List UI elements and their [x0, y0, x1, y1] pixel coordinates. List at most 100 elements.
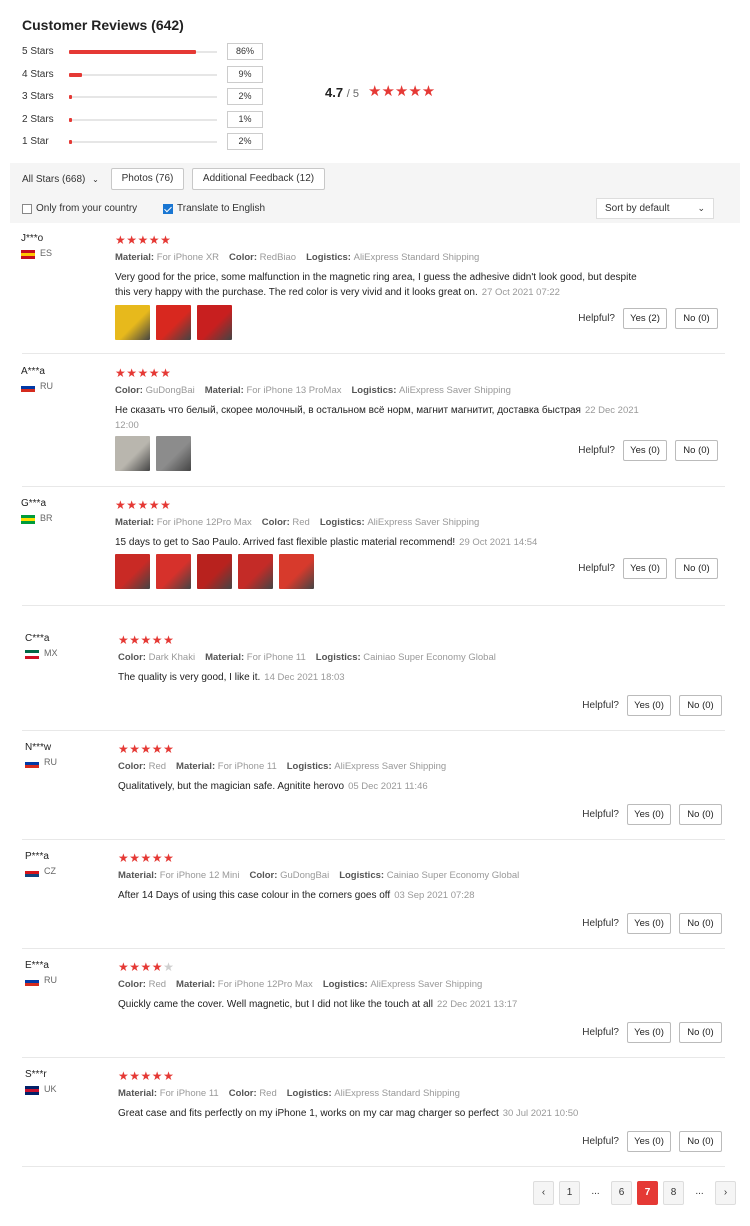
review-photo-thumbnail[interactable]: [197, 305, 232, 340]
sort-dropdown[interactable]: Sort by default ⌄: [596, 198, 714, 219]
review-photo-thumbnail[interactable]: [197, 554, 232, 589]
helpful-no-button[interactable]: No (0): [679, 1131, 722, 1152]
reviewer-name: P***a: [25, 851, 49, 862]
rating-row-percent: 86%: [227, 43, 263, 60]
attribute-key: Material:: [118, 1088, 160, 1099]
page-button[interactable]: 8: [663, 1181, 684, 1205]
rating-row-1-stars[interactable]: 1 Star 2%: [22, 133, 272, 151]
helpful-no-button[interactable]: No (0): [679, 913, 722, 934]
attribute-key: Logistics:: [322, 979, 371, 990]
helpful-no-button[interactable]: No (0): [679, 1022, 722, 1043]
helpful-no-button[interactable]: No (0): [675, 440, 718, 461]
attribute-value: AliExpress Standard Shipping: [353, 252, 480, 263]
sort-label: Sort by default: [605, 203, 670, 214]
attribute-value: AliExpress Saver Shipping: [334, 761, 447, 772]
reviewer-name: E***a: [25, 960, 49, 971]
translate-checkbox[interactable]: Translate to English: [163, 203, 265, 214]
attribute-key: Logistics:: [286, 1088, 335, 1099]
helpful-label: Helpful?: [582, 1027, 619, 1038]
attribute-key: Material:: [118, 870, 160, 881]
attribute-value: For iPhone XR: [156, 252, 220, 263]
helpful-votes: Helpful? Yes (0) No (0): [582, 1131, 722, 1152]
review-photo-thumbnail[interactable]: [115, 436, 150, 471]
page-button[interactable]: 6: [611, 1181, 632, 1205]
chevron-down-icon: ⌄: [92, 175, 99, 184]
attribute-value: Red: [148, 979, 167, 990]
helpful-yes-button[interactable]: Yes (0): [623, 558, 667, 579]
prev-page-button[interactable]: ‹: [533, 1181, 554, 1205]
only-country-checkbox[interactable]: Only from your country: [22, 203, 137, 214]
average-stars-icon: ★★★★★: [368, 83, 436, 100]
attribute-key: Material:: [115, 252, 157, 263]
rating-row-4-stars[interactable]: 4 Stars 9%: [22, 66, 272, 84]
review-stars-icon: ★★★★★: [118, 633, 175, 647]
rating-bar-fill: [69, 118, 72, 122]
page-button[interactable]: 7: [637, 1181, 658, 1205]
review-photo-thumbnail[interactable]: [156, 554, 191, 589]
review-photo-thumbnail[interactable]: [156, 305, 191, 340]
helpful-yes-button[interactable]: Yes (0): [627, 695, 671, 716]
review-attributes: Material: For iPhone 11 Color: Red Logisti…: [118, 1088, 470, 1099]
country-flag-icon: [25, 759, 39, 768]
helpful-yes-button[interactable]: Yes (2): [623, 308, 667, 329]
attribute-value: For iPhone 11: [217, 761, 277, 772]
attribute-key: Material:: [115, 517, 157, 528]
rating-row-2-stars[interactable]: 2 Stars 1%: [22, 111, 272, 129]
reviewer-country: RU: [44, 757, 57, 767]
helpful-label: Helpful?: [578, 563, 615, 574]
review-stars-icon: ★★★★★: [115, 233, 172, 247]
helpful-label: Helpful?: [582, 809, 619, 820]
helpful-no-button[interactable]: No (0): [675, 308, 718, 329]
attribute-key: Color:: [229, 252, 260, 263]
rating-bar: [69, 118, 217, 122]
attribute-value: Red: [259, 1088, 277, 1099]
helpful-yes-button[interactable]: Yes (0): [627, 913, 671, 934]
review-stars-icon: ★★★★★: [118, 851, 175, 865]
attribute-value: AliExpress Standard Shipping: [334, 1088, 460, 1099]
review-photo-thumbnail[interactable]: [115, 554, 150, 589]
review-stars-icon: ★★★★★: [115, 366, 172, 380]
review-attributes: Material: For iPhone XR Color: RedBiao Log…: [115, 252, 489, 263]
next-page-button[interactable]: ›: [715, 1181, 736, 1205]
helpful-votes: Helpful? Yes (0) No (0): [582, 695, 722, 716]
rating-row-3-stars[interactable]: 3 Stars 2%: [22, 88, 272, 106]
attribute-key: Color:: [115, 385, 146, 396]
review-photo-thumbnail[interactable]: [156, 436, 191, 471]
rating-bar: [69, 95, 217, 99]
attribute-key: Logistics:: [339, 870, 387, 881]
attribute-value: AliExpress Saver Shipping: [399, 385, 511, 396]
review-photo-thumbnail[interactable]: [238, 554, 273, 589]
reviewer-name: J***o: [21, 233, 44, 244]
helpful-votes: Helpful? Yes (0) No (0): [582, 1022, 722, 1043]
review-stars-icon: ★★★★★: [118, 960, 175, 974]
helpful-yes-button[interactable]: Yes (0): [627, 1131, 671, 1152]
helpful-no-button[interactable]: No (0): [675, 558, 718, 579]
review-text: Great case and fits perfectly on my iPho…: [118, 1106, 653, 1121]
review-body: After 14 Days of using this case colour …: [118, 890, 391, 901]
helpful-label: Helpful?: [578, 313, 615, 324]
attribute-key: Color:: [261, 517, 293, 528]
attribute-value: Red: [292, 517, 310, 528]
additional-feedback-button[interactable]: Additional Feedback (12): [192, 168, 325, 190]
page-button[interactable]: 1: [559, 1181, 580, 1205]
attribute-key: Material:: [176, 761, 218, 772]
review-attributes: Material: For iPhone 12 Mini Color: GuDon…: [118, 870, 529, 881]
helpful-no-button[interactable]: No (0): [679, 695, 722, 716]
all-stars-dropdown[interactable]: All Stars (668) ⌄: [22, 174, 99, 185]
review-photo-thumbnail[interactable]: [279, 554, 314, 589]
rating-bar: [69, 50, 217, 54]
photos-filter-button[interactable]: Photos (76): [111, 168, 184, 190]
review-item: S***r UK ★★★★★ Material: For iPhone 11 Color…: [0, 1069, 750, 1167]
helpful-label: Helpful?: [578, 445, 615, 456]
helpful-yes-button[interactable]: Yes (0): [623, 440, 667, 461]
rating-row-5-stars[interactable]: 5 Stars 86%: [22, 43, 272, 61]
review-photo-thumbnail[interactable]: [115, 305, 150, 340]
helpful-no-button[interactable]: No (0): [679, 804, 722, 825]
attribute-key: Material:: [205, 652, 247, 663]
helpful-yes-button[interactable]: Yes (0): [627, 804, 671, 825]
review-stars-icon: ★★★★★: [115, 498, 172, 512]
attribute-key: Logistics:: [315, 652, 364, 663]
reviewer-country: UK: [44, 1084, 57, 1094]
helpful-yes-button[interactable]: Yes (0): [627, 1022, 671, 1043]
review-body: Quickly came the cover. Well magnetic, b…: [118, 999, 433, 1010]
